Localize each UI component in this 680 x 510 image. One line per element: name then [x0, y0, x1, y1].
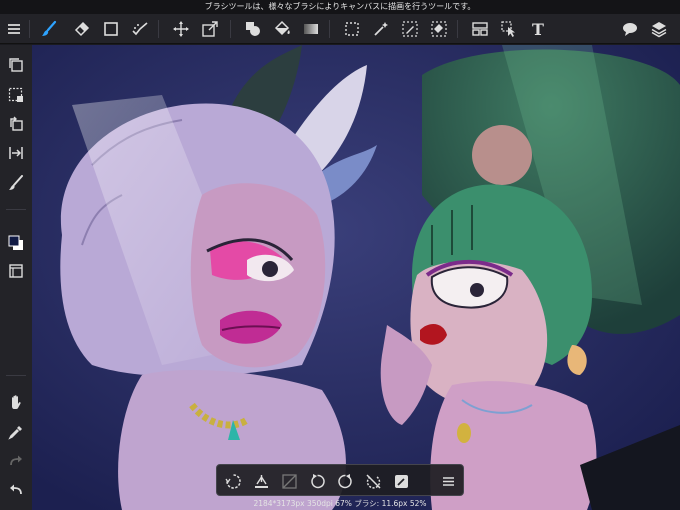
rotate-right-button[interactable]	[332, 468, 358, 494]
eraser-tool[interactable]	[69, 14, 95, 44]
lasso-select-icon	[345, 22, 359, 36]
material-button[interactable]	[617, 14, 643, 44]
move-tool[interactable]	[168, 14, 194, 44]
menu-icon	[8, 24, 20, 34]
status-bar: ブラシツールは、様々なブラシによりキャンバスに描画を行うツールです。	[0, 0, 680, 14]
redo-button[interactable]	[3, 449, 29, 473]
copy-button[interactable]	[3, 53, 29, 77]
bottom-menu-button[interactable]	[435, 468, 461, 494]
eyedropper-icon	[8, 426, 22, 440]
frame-divider-tool[interactable]	[467, 14, 493, 44]
select-all-button[interactable]	[3, 83, 29, 107]
menu-icon	[442, 476, 454, 486]
deselect-button[interactable]	[220, 468, 246, 494]
operation-tool[interactable]	[496, 14, 522, 44]
clear-button[interactable]	[248, 468, 274, 494]
top-toolbar: T	[0, 14, 680, 44]
brush-size-button[interactable]	[3, 171, 29, 195]
smudge-tool[interactable]	[127, 14, 153, 44]
flip-button[interactable]	[3, 141, 29, 165]
text-icon: T	[532, 19, 544, 39]
rotate-right-icon	[337, 473, 352, 488]
layer-edit-button[interactable]	[388, 468, 414, 494]
color-swatch[interactable]	[3, 231, 29, 255]
canvas-info: 2184*3173px 350dpi 67% ブラシ: 11.6px 52%	[253, 499, 427, 508]
reset-rotation-button[interactable]	[360, 468, 386, 494]
eraser-icon	[74, 21, 90, 37]
select-eraser-icon	[431, 21, 447, 37]
undo-icon	[10, 484, 22, 495]
flip-icon	[9, 147, 23, 159]
brush-tool[interactable]	[36, 14, 62, 44]
paste-button[interactable]	[3, 112, 29, 136]
paste-icon	[10, 116, 23, 131]
bucket-icon	[274, 20, 290, 36]
smudge-icon	[132, 22, 148, 36]
redo-icon	[10, 455, 22, 466]
hand-tool[interactable]	[3, 390, 29, 414]
transform-tool[interactable]	[197, 14, 223, 44]
undo-button[interactable]	[3, 478, 29, 502]
clear-icon	[254, 474, 268, 488]
rotate-left-button[interactable]	[304, 468, 330, 494]
reset-rotation-icon	[365, 473, 381, 489]
eyedropper-tool[interactable]	[3, 420, 29, 444]
rotate-left-icon	[310, 473, 325, 488]
select-pen-tool[interactable]	[397, 14, 423, 44]
shape-tool[interactable]	[98, 14, 124, 44]
layers-icon	[651, 22, 667, 38]
copy-icon	[9, 58, 23, 72]
magic-wand-icon	[374, 22, 388, 36]
gradient-icon	[304, 24, 318, 34]
layer-edit-icon	[394, 474, 408, 488]
magic-wand-tool[interactable]	[368, 14, 394, 44]
lasso-tool[interactable]	[339, 14, 365, 44]
hand-icon	[12, 395, 21, 409]
select-eraser-tool[interactable]	[426, 14, 452, 44]
artwork	[32, 45, 680, 510]
frame-divider-icon	[472, 22, 488, 36]
layer-panel-button[interactable]	[3, 259, 29, 283]
select-all-icon	[8, 87, 23, 102]
brush-icon	[42, 20, 57, 36]
layers-button[interactable]	[646, 14, 672, 44]
layer-panel-icon	[9, 264, 23, 278]
menu-button[interactable]	[1, 14, 27, 44]
fill-tool[interactable]	[240, 14, 266, 44]
left-sidebar	[0, 45, 32, 510]
transform-icon	[202, 21, 218, 37]
deselect-icon	[224, 473, 241, 489]
invert-button[interactable]	[276, 468, 302, 494]
drawing-canvas[interactable]	[32, 45, 680, 510]
bucket-tool[interactable]	[269, 14, 295, 44]
bottom-command-bar	[216, 464, 464, 496]
move-icon	[173, 21, 189, 37]
text-tool[interactable]: T	[525, 14, 551, 44]
operation-icon	[501, 21, 515, 37]
select-pen-icon	[402, 21, 418, 37]
gradient-tool[interactable]	[298, 14, 324, 44]
rectangle-icon	[104, 22, 118, 36]
invert-icon	[281, 473, 297, 489]
speech-bubble-icon	[623, 23, 637, 36]
status-text: ブラシツールは、様々なブラシによりキャンバスに描画を行うツールです。	[204, 2, 476, 11]
fill-icon	[246, 22, 260, 36]
brush-size-icon	[9, 175, 23, 190]
color-swatch-icon	[8, 235, 23, 250]
